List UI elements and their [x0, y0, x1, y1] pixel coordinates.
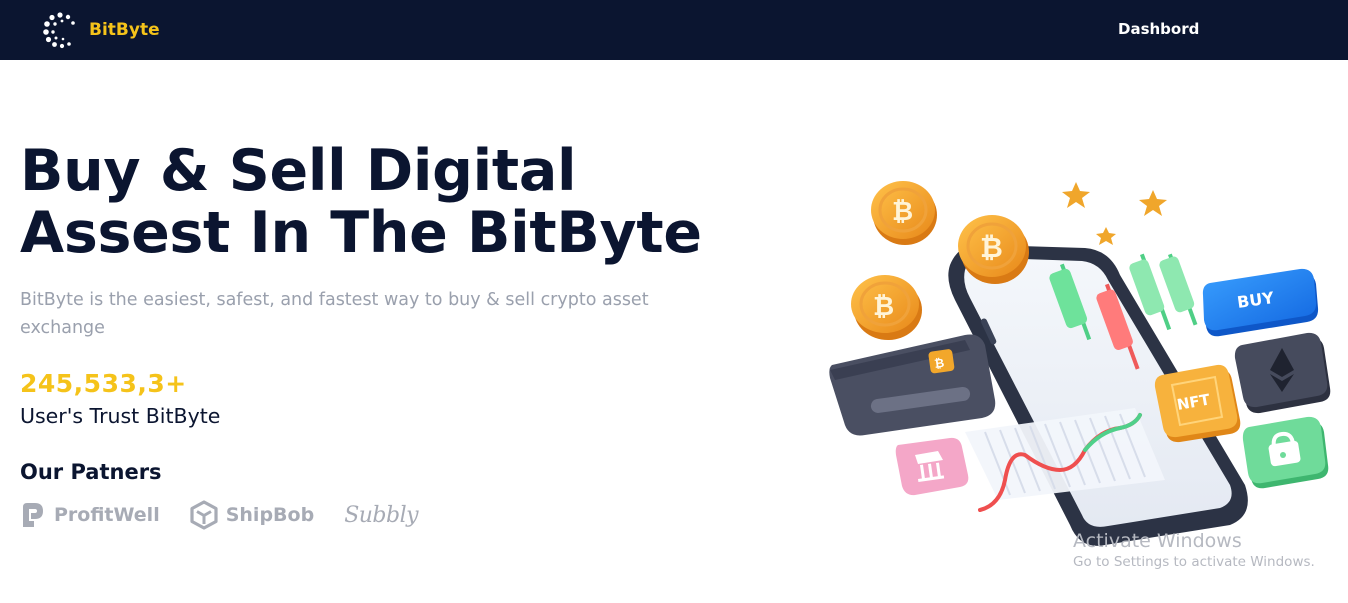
partner-subbly-label: Subbly: [344, 502, 419, 528]
bitbyte-logo-icon: [43, 12, 75, 49]
partner-shipbob-label: ShipBob: [225, 504, 315, 526]
hero-title-line2: Assest In The BitByte: [20, 200, 702, 266]
partner-subbly[interactable]: Subbly: [344, 503, 418, 528]
partners-list: ProfitWell ShipBob Subbly: [20, 500, 448, 530]
bitcoin-coin-icon: ₿: [871, 181, 937, 245]
nav-dashboard-link[interactable]: Dashbord: [1118, 20, 1199, 38]
lock-icon: [1242, 416, 1329, 489]
watermark-title: Activate Windows: [1073, 530, 1242, 552]
hero-title-line1: Buy & Sell Digital: [20, 138, 577, 204]
brand-name: BitByte: [89, 20, 160, 40]
partner-profitwell[interactable]: ProfitWell: [20, 501, 160, 529]
top-navbar: BitByte Dashbord: [0, 0, 1348, 60]
nft-badge: NFT: [1154, 364, 1241, 443]
bitcoin-coin-icon: ₿: [851, 275, 922, 340]
profitwell-logo-icon: [23, 503, 43, 527]
shipbob-logo-icon: [190, 500, 218, 530]
partner-shipbob[interactable]: ShipBob: [190, 500, 314, 530]
credit-card-icon: ₿: [829, 334, 996, 436]
brand[interactable]: BitByte: [42, 11, 160, 49]
crypto-phone-illustration: ₿ ₿ ₿ ₿ BUY NFT: [829, 181, 1331, 546]
partners-title: Our Patners: [20, 460, 162, 484]
users-stat-value: 245,533,3+: [20, 369, 187, 398]
bank-icon: [895, 437, 969, 496]
buy-badge: BUY: [1202, 268, 1319, 337]
svg-text:₿: ₿: [980, 231, 1003, 264]
svg-text:₿: ₿: [873, 292, 894, 322]
users-stat-label: User's Trust BitByte: [20, 404, 221, 428]
hero-description: BitByte is the easiest, safest, and fast…: [20, 290, 649, 338]
svg-text:₿: ₿: [892, 197, 913, 227]
partner-profitwell-label: ProfitWell: [54, 504, 160, 526]
star-icon: [1062, 182, 1167, 245]
watermark-subtitle: Go to Settings to activate Windows.: [1073, 554, 1315, 570]
ethereum-icon: [1234, 332, 1331, 414]
hero-title: Buy & Sell Digital Assest In The BitByte: [20, 140, 720, 264]
activate-windows-watermark: Activate Windows Go to Settings to activ…: [1073, 530, 1315, 570]
